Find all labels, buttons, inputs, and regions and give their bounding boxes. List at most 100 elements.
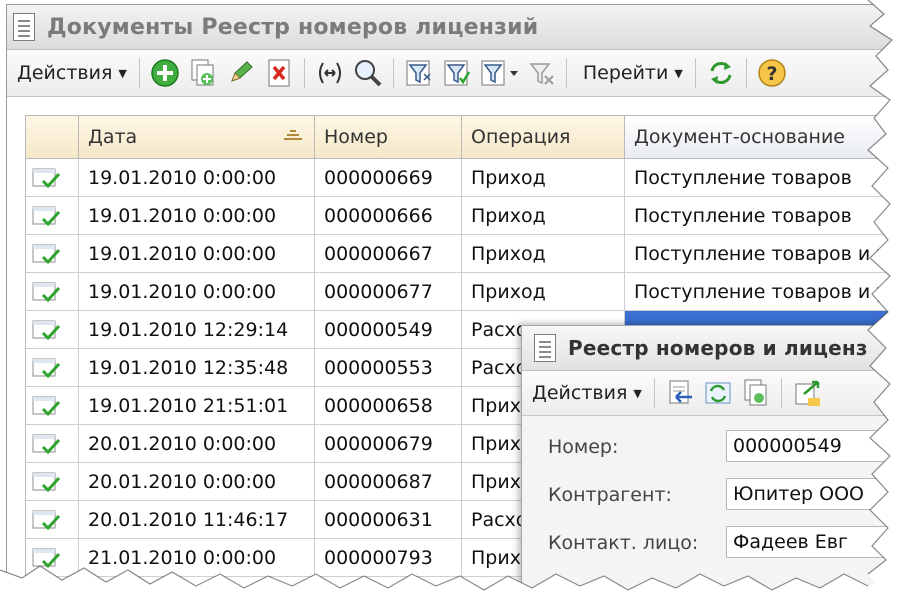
number-label: Номер:	[548, 436, 619, 458]
row-status-cell	[26, 349, 79, 387]
filter-set-button[interactable]	[402, 56, 436, 90]
row-status-cell	[26, 273, 79, 311]
table-row[interactable]: 19.01.2010 0:00:00 000000666 Приход Поступл…	[26, 197, 906, 235]
counterparty-field[interactable]: Юпитер ООО	[726, 478, 907, 510]
filter-list-icon	[481, 60, 518, 86]
operation-cell: Приход	[462, 159, 625, 197]
row-status-cell	[26, 235, 79, 273]
svg-text:?: ?	[766, 63, 777, 85]
copy-icon	[191, 59, 214, 86]
column-header-number[interactable]: Номер	[315, 116, 462, 159]
edit-button[interactable]	[224, 56, 258, 90]
operation-cell: Приход	[462, 273, 625, 311]
posted-document-icon	[32, 244, 60, 264]
dialog-form: Номер: 000000549 Контрагент: Юпитер ООО …	[522, 416, 907, 599]
posted-document-icon	[32, 396, 60, 416]
export-button[interactable]	[790, 376, 824, 410]
dialog-titlebar[interactable]: Реестр номеров и лиценз	[522, 326, 907, 371]
toolbar-separator	[745, 58, 747, 88]
window-titlebar[interactable]: Документы Реестр номеров лицензий	[7, 5, 907, 50]
documents-window: Документы Реестр номеров лицензий Действ…	[6, 4, 908, 600]
goto-menu[interactable]: Перейти ▼	[573, 62, 689, 84]
pencil-icon	[230, 61, 253, 82]
post-button[interactable]	[701, 376, 735, 410]
help-button[interactable]: ?	[755, 56, 789, 90]
basis-document-cell: Поступление товаров и у	[625, 235, 906, 273]
date-cell: 20.01.2010 0:00:00	[79, 425, 315, 463]
row-status-cell	[26, 539, 79, 577]
license-registry-dialog: Реестр номеров и лиценз Действия ▼ Номер…	[521, 325, 907, 599]
delete-button[interactable]	[262, 56, 296, 90]
date-cell: 19.01.2010 21:51:01	[79, 387, 315, 425]
goto-menu-label: Перейти	[582, 62, 669, 84]
chevron-down-icon: ▼	[674, 66, 683, 80]
table-row[interactable]: 19.01.2010 0:00:00 000000677 Приход Поступл…	[26, 273, 906, 311]
date-cell: 19.01.2010 0:00:00	[79, 197, 315, 235]
delete-icon	[268, 59, 290, 87]
number-cell: 000000669	[315, 159, 462, 197]
column-header-icon[interactable]	[26, 116, 79, 159]
dialog-toolbar: Действия ▼	[522, 371, 907, 416]
filter-icon	[444, 60, 470, 86]
date-cell: 21.01.2010 0:00:00	[79, 539, 315, 577]
number-cell: 000000793	[315, 539, 462, 577]
row-status-cell	[26, 197, 79, 235]
refresh-button[interactable]	[704, 56, 738, 90]
posted-document-icon	[32, 434, 60, 454]
interval-button[interactable]	[313, 56, 347, 90]
basis-document-cell: Поступление товаров	[625, 159, 906, 197]
copy-document-button[interactable]	[739, 376, 773, 410]
chevron-down-icon: ▼	[118, 66, 127, 80]
help-icon: ?	[758, 59, 786, 87]
number-field[interactable]: 000000549	[726, 430, 907, 462]
row-status-cell	[26, 311, 79, 349]
toolbar-separator	[392, 58, 394, 88]
posted-document-icon	[32, 472, 60, 492]
filter-button[interactable]	[440, 56, 474, 90]
column-header-date[interactable]: Дата	[79, 116, 315, 159]
row-status-cell	[26, 159, 79, 197]
column-header-label: Операция	[471, 126, 571, 148]
column-header-basis-document[interactable]: Документ-основание	[625, 116, 906, 159]
number-cell: 000000658	[315, 387, 462, 425]
column-header-operation[interactable]: Операция	[462, 116, 625, 159]
date-cell: 19.01.2010 0:00:00	[79, 273, 315, 311]
number-cell: 000000667	[315, 235, 462, 273]
refresh-icon	[710, 62, 732, 84]
row-status-cell	[26, 425, 79, 463]
posted-document-icon	[32, 548, 60, 568]
document-icon	[534, 334, 556, 362]
toolbar-separator	[694, 58, 696, 88]
counterparty-label: Контрагент:	[548, 484, 672, 506]
actions-menu[interactable]: Действия ▼	[7, 62, 133, 84]
basis-document-cell: Поступление товаров	[625, 197, 906, 235]
document-icon	[13, 13, 35, 41]
filter-clear-icon	[529, 63, 554, 85]
number-cell: 000000549	[315, 311, 462, 349]
dialog-actions-menu[interactable]: Действия ▼	[522, 382, 648, 404]
sort-icon	[284, 128, 302, 142]
number-cell: 000000553	[315, 349, 462, 387]
post-icon	[705, 382, 731, 404]
row-status-cell	[26, 501, 79, 539]
posted-document-icon	[32, 282, 60, 302]
table-row[interactable]: 19.01.2010 0:00:00 000000667 Приход Поступл…	[26, 235, 906, 273]
post-and-close-button[interactable]	[663, 376, 697, 410]
post-close-icon	[669, 380, 692, 404]
export-icon	[795, 380, 820, 406]
date-cell: 20.01.2010 11:46:17	[79, 501, 315, 539]
posted-document-icon	[32, 168, 60, 188]
copy-button[interactable]	[186, 56, 220, 90]
add-button[interactable]	[148, 56, 182, 90]
contact-person-field[interactable]: Фадеев Евг	[726, 526, 907, 558]
number-cell: 000000666	[315, 197, 462, 235]
actions-menu-label: Действия	[17, 62, 113, 84]
number-cell: 000000677	[315, 273, 462, 311]
date-cell: 19.01.2010 0:00:00	[79, 159, 315, 197]
filter-list-button[interactable]	[478, 56, 520, 90]
toolbar-separator	[138, 58, 140, 88]
filter-set-icon	[406, 60, 431, 86]
table-row[interactable]: 19.01.2010 0:00:00 000000669 Приход Поступл…	[26, 159, 906, 197]
find-button[interactable]	[351, 56, 385, 90]
filter-clear-button[interactable]	[524, 56, 558, 90]
